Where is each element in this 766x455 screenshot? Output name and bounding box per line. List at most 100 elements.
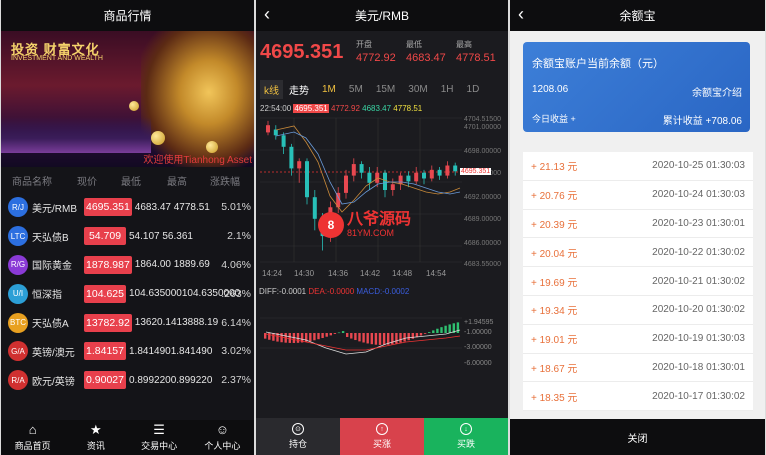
- position-button[interactable]: ⊙ 持仓: [256, 418, 340, 455]
- action-label: 持仓: [288, 439, 307, 449]
- symbol-badge: R/A: [8, 370, 28, 391]
- quote-row[interactable]: R/A 欧元/英镑 0.90027 0.8992200.899220 2.37%: [1, 366, 254, 395]
- tab-1m[interactable]: 1M: [322, 84, 336, 95]
- tab-kline[interactable]: k线: [260, 79, 283, 99]
- user-icon: ☺: [215, 422, 230, 437]
- tab-home[interactable]: ⌂ 商品首页: [1, 420, 64, 455]
- x-tick: 14:36: [328, 269, 349, 278]
- macd-dea: DEA:-0.0000: [308, 287, 355, 296]
- macd-bar: [309, 333, 312, 342]
- promo-banner[interactable]: 投资 财富文化 INVESTMENT AND WEALTH 欢迎使用Tianho…: [1, 31, 254, 167]
- earning-amount: + 21.13 元: [531, 162, 578, 174]
- macd-bar: [268, 333, 271, 340]
- x-tick: 14:54: [426, 269, 447, 278]
- watermark-name: 八爷源码: [347, 211, 412, 228]
- y-tick: 4692.00000: [464, 194, 501, 201]
- quote-row[interactable]: LTC 天弘债B 54.709 54.107 56.361 2.1%: [1, 222, 254, 251]
- macd-bar: [350, 333, 353, 339]
- macd-bar: [411, 333, 414, 339]
- candle-body: [273, 129, 278, 136]
- quote-row[interactable]: BTC 天弘债A 13782.92 13620.1413888.19 6.14%: [1, 308, 254, 337]
- back-icon[interactable]: ‹: [264, 5, 270, 23]
- earning-date: 2020-10-18 01:30:01: [652, 361, 745, 373]
- candle-body: [398, 175, 403, 185]
- tab-label: 个人中心: [204, 441, 241, 451]
- quote-name: 恒深指: [32, 290, 62, 302]
- x-tick: 14:24: [262, 269, 283, 278]
- candle-body: [445, 165, 450, 176]
- y-tick: 4704.51500: [464, 116, 501, 123]
- tab-trend[interactable]: 走势: [289, 82, 309, 97]
- buy-down-button[interactable]: ↓ 买跌: [424, 418, 508, 455]
- earning-date: 2020-10-22 01:30:02: [652, 246, 745, 258]
- candle-body: [305, 161, 309, 198]
- tab-label: 资讯: [86, 441, 105, 451]
- low-stat: 最低 4683.47: [406, 39, 446, 64]
- macd-bar: [399, 333, 402, 343]
- arrow-up-icon: ↑: [376, 423, 388, 435]
- col-low: 最低: [121, 176, 141, 188]
- list-item: + 20.39 元 2020-10-23 01:30:01: [523, 210, 753, 239]
- candle-body: [351, 164, 356, 176]
- detail-screen: ‹ 美元/RMB 4695.351 开盘 4772.92 最低 4683.47 最高…: [256, 0, 508, 455]
- tab-profile[interactable]: ☺ 个人中心: [191, 420, 254, 455]
- macd-bar: [403, 333, 406, 342]
- candle-body: [383, 172, 387, 190]
- earning-amount: + 18.67 元: [531, 363, 578, 375]
- earning-amount: + 20.04 元: [531, 248, 578, 260]
- macd-bar: [423, 333, 427, 334]
- back-icon[interactable]: ‹: [518, 5, 524, 23]
- tab-30m[interactable]: 30M: [408, 84, 427, 95]
- total-earnings: 累计收益 +708.06: [662, 116, 742, 127]
- quote-change: 2.37%: [221, 374, 251, 387]
- macd-bar: [346, 333, 349, 337]
- x-tick: 14:48: [392, 269, 413, 278]
- col-name: 商品名称: [12, 176, 52, 188]
- buy-up-button[interactable]: ↑ 买涨: [340, 418, 424, 455]
- x-tick: 14:30: [294, 269, 315, 278]
- quote-price: 104.625: [84, 284, 126, 303]
- candle-body: [312, 197, 317, 219]
- tab-1h[interactable]: 1H: [441, 84, 454, 95]
- coin-icon: [129, 101, 139, 111]
- watermark-logo-icon: 8: [318, 212, 344, 238]
- jewelry-image: [141, 31, 254, 167]
- kline-chart[interactable]: 4704.51500 4701.00000 4698.00000 4695.00…: [256, 112, 508, 368]
- quote-price: 4695.351: [84, 198, 132, 217]
- bottom-tab-bar: ⌂ 商品首页 ★ 资讯 ☰ 交易中心 ☺ 个人中心: [1, 420, 254, 455]
- period-tabs: k线 走势 1M 5M 15M 30M 1H 1D: [256, 78, 508, 100]
- intro-link[interactable]: 余额宝介绍: [692, 84, 742, 99]
- macd-bar: [407, 333, 410, 341]
- symbol-badge: R/J: [8, 197, 28, 218]
- market-screen: 商品行情 投资 财富文化 INVESTMENT AND WEALTH 欢迎使用T…: [1, 0, 254, 455]
- earning-amount: + 19.69 元: [531, 277, 578, 289]
- high-value: 4778.51: [456, 52, 496, 64]
- quote-name: 天弘债A: [32, 319, 69, 331]
- candle-body: [406, 175, 411, 182]
- close-button[interactable]: 关闭: [510, 419, 765, 455]
- low-value: 4683.47: [406, 52, 446, 64]
- current-price: 4695.351: [260, 41, 344, 63]
- quote-row[interactable]: G/A 英镑/澳元 1.84157 1.8414901.841490 3.02%: [1, 337, 254, 366]
- quote-row[interactable]: U/I 恒深指 104.625 104.635000104.6350000 .2…: [1, 279, 254, 308]
- list-item: + 20.76 元 2020-10-24 01:30:03: [523, 181, 753, 210]
- earning-date: 2020-10-20 01:30:02: [652, 304, 745, 316]
- symbol-badge: LTC: [8, 226, 28, 247]
- macd-value: MACD:-0.0002: [356, 287, 410, 296]
- city-skyline: [1, 117, 151, 153]
- macd-diff: DIFF:-0.0001: [259, 287, 307, 296]
- quote-name: 美元/RMB: [32, 203, 77, 215]
- macd-tick: -1.00000: [464, 329, 492, 336]
- candle-body: [437, 169, 442, 176]
- tab-trade[interactable]: ☰ 交易中心: [128, 420, 191, 455]
- arrow-down-icon: ↓: [460, 423, 472, 435]
- tab-5m[interactable]: 5M: [349, 84, 363, 95]
- quote-row[interactable]: R/G 国际黄金 1878.987 1864.00 1889.69 4.06%: [1, 251, 254, 280]
- balance-title: 余额宝账户当前余额（元）: [532, 58, 664, 70]
- tab-15m[interactable]: 15M: [376, 84, 395, 95]
- tab-news[interactable]: ★ 资讯: [64, 420, 127, 455]
- tab-1d[interactable]: 1D: [467, 84, 480, 95]
- quote-row[interactable]: R/J 美元/RMB 4695.351 4683.47 4778.51 5.01…: [1, 193, 254, 222]
- coin-icon: [151, 131, 165, 145]
- macd-bar: [370, 333, 373, 345]
